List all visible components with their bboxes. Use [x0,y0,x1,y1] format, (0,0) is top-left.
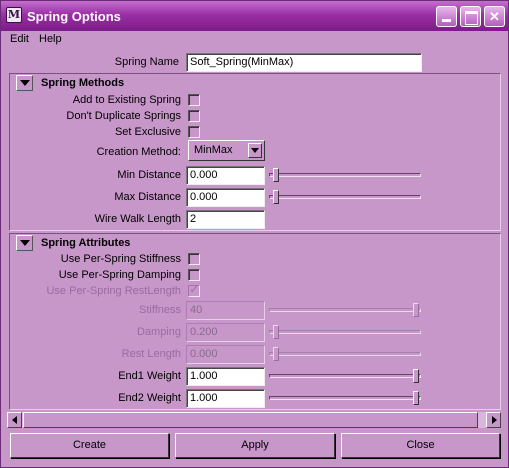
rest-length-label: Rest Length [121,348,181,360]
stiffness-label: Stiffness [139,304,181,316]
slider-thumb[interactable] [413,391,419,405]
title-bar[interactable]: M Spring Options ✕ [1,1,508,31]
end1-weight-label: End1 Weight [118,370,181,382]
maximize-button[interactable] [460,6,481,27]
create-button[interactable]: Create [10,433,169,458]
creation-method-label: Creation Method: [96,146,181,158]
set-exclusive-checkbox[interactable] [188,126,200,138]
menu-edit[interactable]: Edit [10,33,29,45]
slider-track [269,330,421,334]
per-spring-rest-checkbox[interactable]: ✓ [188,285,200,297]
close-button[interactable]: Close [341,433,500,458]
max-distance-label: Max Distance [114,191,181,203]
slider-thumb[interactable] [413,303,419,317]
slider-thumb[interactable] [413,369,419,383]
slider-track [269,173,421,177]
damping-label: Damping [136,326,181,338]
min-distance-input[interactable]: 0.000 [186,166,265,185]
end1-weight-input[interactable]: 1.000 [186,367,265,386]
per-spring-rest-label: Use Per-Spring RestLength [46,285,181,297]
collapse-attributes-button[interactable] [16,235,33,251]
minimize-button[interactable] [436,6,457,27]
apply-button[interactable]: Apply [175,433,335,458]
menu-bar: Edit Help [1,31,508,49]
slider-track [269,374,421,378]
add-existing-label: Add to Existing Spring [72,94,181,106]
stiffness-slider[interactable] [269,303,421,317]
spring-options-window: M Spring Options ✕ Edit Help Spring Name… [0,0,509,468]
rest-length-slider[interactable] [269,347,421,361]
slider-thumb[interactable] [273,168,279,182]
scrollbar-thumb[interactable] [23,412,478,428]
spring-name-input[interactable]: Soft_Spring(MinMax) [186,53,422,72]
end2-weight-input[interactable]: 1.000 [186,389,265,408]
dont-duplicate-label: Don't Duplicate Springs [66,110,181,122]
wire-walk-input[interactable]: 2 [186,210,265,229]
chevron-down-icon [248,143,262,158]
end2-weight-label: End2 Weight [118,392,181,404]
end2-weight-slider[interactable] [269,391,421,405]
min-distance-slider[interactable] [269,168,421,182]
damping-input[interactable]: 0.200 [186,323,265,342]
scroll-right-icon[interactable] [486,412,501,428]
slider-thumb[interactable] [273,347,279,361]
creation-method-dropdown[interactable]: MinMax [188,140,265,161]
end1-weight-slider[interactable] [269,369,421,383]
scroll-left-icon[interactable] [7,412,22,428]
spring-methods-header: Spring Methods [41,77,125,89]
damping-slider[interactable] [269,325,421,339]
menu-help[interactable]: Help [39,33,62,45]
rest-length-input[interactable]: 0.000 [186,345,265,364]
slider-track [269,396,421,400]
slider-thumb[interactable] [273,325,279,339]
max-distance-slider[interactable] [269,190,421,204]
dont-duplicate-checkbox[interactable] [188,110,200,122]
horizontal-scrollbar[interactable] [7,412,501,428]
spring-attributes-header: Spring Attributes [41,237,131,249]
set-exclusive-label: Set Exclusive [114,126,181,138]
per-spring-damping-checkbox[interactable] [188,269,200,281]
wire-walk-label: Wire Walk Length [94,213,181,225]
slider-track [269,308,421,312]
per-spring-stiffness-checkbox[interactable] [188,253,200,265]
slider-thumb[interactable] [273,190,279,204]
per-spring-damping-label: Use Per-Spring Damping [58,269,181,281]
slider-track [269,195,421,199]
maya-icon[interactable]: M [6,7,22,23]
per-spring-stiffness-label: Use Per-Spring Stiffness [60,253,181,265]
add-existing-checkbox[interactable] [188,94,200,106]
collapse-methods-button[interactable] [16,75,33,91]
stiffness-input[interactable]: 40 [186,301,265,320]
spring-name-label: Spring Name [114,56,179,68]
creation-method-value: MinMax [194,144,233,156]
max-distance-input[interactable]: 0.000 [186,188,265,207]
slider-track [269,352,421,356]
min-distance-label: Min Distance [117,169,181,181]
window-title: Spring Options [27,9,121,24]
close-window-button[interactable]: ✕ [484,6,505,27]
